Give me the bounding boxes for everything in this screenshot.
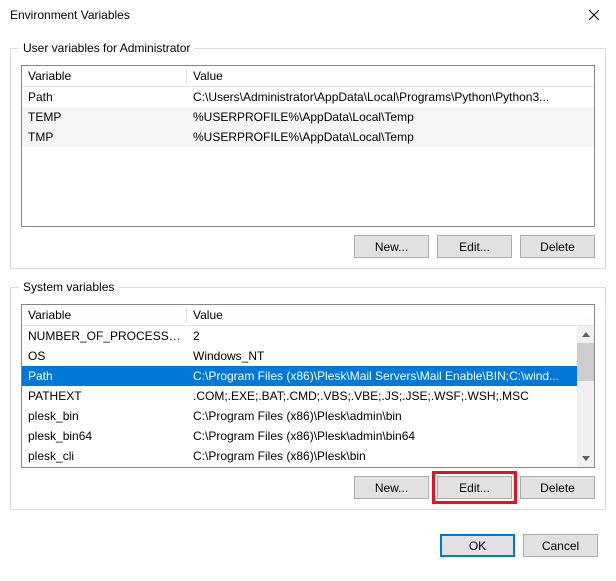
scroll-down-icon[interactable] [577, 450, 594, 467]
header-variable[interactable]: Variable [22, 69, 187, 83]
table-row[interactable]: NUMBER_OF_PROCESSORS 2 [22, 326, 594, 346]
table-row[interactable]: Path C:\Users\Administrator\AppData\Loca… [22, 87, 594, 107]
scrollbar[interactable] [577, 326, 594, 467]
delete-button[interactable]: Delete [520, 235, 595, 258]
cancel-button[interactable]: Cancel [523, 534, 598, 557]
table-row[interactable]: PATHEXT .COM;.EXE;.BAT;.CMD;.VBS;.VBE;.J… [22, 386, 594, 406]
ok-button[interactable]: OK [440, 534, 515, 557]
system-variables-list[interactable]: Variable Value NUMBER_OF_PROCESSORS 2 OS… [21, 304, 595, 468]
header-variable[interactable]: Variable [22, 308, 187, 322]
window-title: Environment Variables [10, 8, 571, 22]
dialog-footer: OK Cancel [0, 520, 616, 571]
table-row[interactable]: plesk_bin64 C:\Program Files (x86)\Plesk… [22, 426, 594, 446]
system-variables-legend: System variables [19, 280, 118, 294]
titlebar: Environment Variables [0, 0, 616, 30]
edit-button[interactable]: Edit... [437, 476, 512, 499]
user-variables-list[interactable]: Variable Value Path C:\Users\Administrat… [21, 65, 595, 227]
user-variables-legend: User variables for Administrator [19, 41, 194, 55]
list-header: Variable Value [22, 305, 594, 326]
table-row[interactable]: OS Windows_NT [22, 346, 594, 366]
scroll-up-icon[interactable] [577, 326, 594, 343]
table-row[interactable]: TMP %USERPROFILE%\AppData\Local\Temp [22, 127, 594, 147]
close-icon [589, 10, 599, 20]
system-variables-group: System variables Variable Value NUMBER_O… [10, 287, 606, 510]
table-row[interactable]: TEMP %USERPROFILE%\AppData\Local\Temp [22, 107, 594, 127]
new-button[interactable]: New... [354, 476, 429, 499]
edit-button[interactable]: Edit... [437, 235, 512, 258]
system-buttons-row: New... Edit... Delete [21, 476, 595, 499]
scroll-thumb[interactable] [577, 343, 594, 381]
table-row[interactable]: plesk_bin C:\Program Files (x86)\Plesk\a… [22, 406, 594, 426]
user-buttons-row: New... Edit... Delete [21, 235, 595, 258]
table-row[interactable]: plesk_cli C:\Program Files (x86)\Plesk\b… [22, 446, 594, 466]
user-variables-group: User variables for Administrator Variabl… [10, 48, 606, 269]
new-button[interactable]: New... [354, 235, 429, 258]
list-header: Variable Value [22, 66, 594, 87]
close-button[interactable] [571, 0, 616, 30]
header-value[interactable]: Value [187, 308, 594, 322]
delete-button[interactable]: Delete [520, 476, 595, 499]
table-row-selected[interactable]: Path C:\Program Files (x86)\Plesk\Mail S… [22, 366, 594, 386]
header-value[interactable]: Value [187, 69, 594, 83]
